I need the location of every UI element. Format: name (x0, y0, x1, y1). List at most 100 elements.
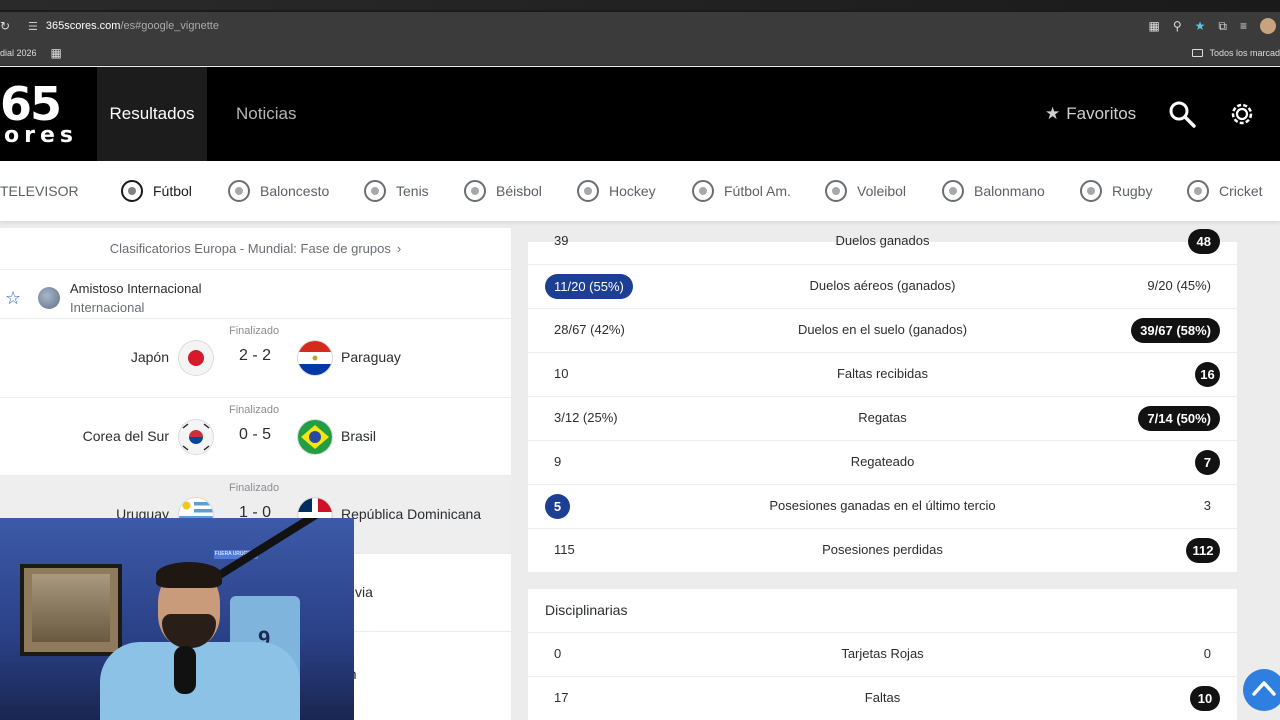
hockey-icon (577, 180, 599, 202)
site-logo[interactable]: 65 ores (0, 81, 80, 148)
away-team: República Dominicana (341, 506, 482, 522)
apps-grid-icon[interactable]: ▦ (51, 46, 62, 60)
nav-news[interactable]: Noticias (236, 67, 296, 161)
stat-away-value: 16 (1195, 362, 1220, 387)
sport-tab-football[interactable]: Fútbol (121, 161, 192, 221)
reading-list-icon[interactable]: ≡ (1240, 19, 1247, 33)
american-football-icon (692, 180, 714, 202)
extensions-icon[interactable]: ⧉ (1218, 19, 1227, 34)
sport-tab-american-football[interactable]: Fútbol Am. (692, 161, 791, 221)
match-status: Finalizado (229, 482, 280, 494)
sport-tab-tv[interactable]: TELEVISOR (0, 161, 79, 221)
match-row[interactable]: Finalizado Corea del Sur 0 - 5 Brasil (0, 397, 511, 475)
reload-icon[interactable]: ↻ (0, 19, 12, 33)
stat-row: 5 Posesiones ganadas en el último tercio… (528, 484, 1237, 528)
site-header: 65 ores Resultados Noticias ★ Favoritos (0, 67, 1280, 161)
bookmark-item[interactable]: dial 2026 (0, 48, 37, 58)
site-settings-icon[interactable]: ☰ (28, 20, 38, 33)
stat-away-value: 9/20 (45%) (1147, 278, 1211, 293)
baseball-icon (464, 180, 486, 202)
home-team: Japón (130, 349, 169, 365)
url-text[interactable]: 365scores.com/es#google_vignette (46, 20, 219, 32)
disciplinary-card: Disciplinarias 0 Tarjetas Rojas 0 17 Fal… (528, 589, 1237, 720)
stat-row: 9 Regateado 7 (528, 440, 1237, 484)
sport-tab-rugby[interactable]: Rugby (1080, 161, 1152, 221)
sport-tab-basketball[interactable]: Baloncesto (228, 161, 329, 221)
match-score: 0 - 5 (238, 426, 271, 443)
stat-row: 17 Faltas 10 (528, 676, 1237, 720)
sport-tab-handball[interactable]: Balonmano (942, 161, 1045, 221)
gear-icon[interactable] (1228, 100, 1256, 128)
star-icon: ★ (1045, 104, 1061, 123)
away-team: Brasil (341, 428, 377, 444)
away-team: Paraguay (341, 349, 401, 365)
microphone-icon (174, 646, 196, 694)
competition-country: Internacional (70, 300, 145, 315)
zoom-icon[interactable]: ⚲ (1173, 19, 1182, 33)
competition-name: Amistoso Internacional (70, 281, 202, 296)
all-bookmarks[interactable]: Todos los marcad (1192, 40, 1280, 66)
stat-row: 11/20 (55%) Duelos aéreos (ganados) 9/20… (528, 264, 1237, 308)
framed-photo (20, 564, 122, 656)
basketball-icon (228, 180, 250, 202)
stat-away-value: 7 (1195, 450, 1220, 475)
stat-away-value: 39/67 (58%) (1131, 318, 1220, 343)
south-korea-flag-icon (179, 420, 213, 454)
stat-label: Tarjetas Rojas (841, 646, 924, 661)
bookmark-star-icon[interactable]: ★ (1195, 19, 1206, 33)
sport-tab-baseball[interactable]: Béisbol (464, 161, 542, 221)
person-shirt (100, 642, 300, 720)
stat-label: Faltas recibidas (836, 366, 929, 381)
favorite-star-icon[interactable]: ☆ (5, 288, 21, 309)
match-status: Finalizado (229, 325, 280, 337)
volleyball-icon (825, 180, 847, 202)
stat-label: Faltas (864, 690, 901, 705)
section-title: Disciplinarias (545, 602, 628, 618)
address-bar[interactable]: ↻ ☰ 365scores.com/es#google_vignette ▦ ⚲… (0, 12, 1280, 40)
league-link[interactable]: Clasificatorios Europa - Mundial: Fase d… (0, 228, 511, 270)
nav-results[interactable]: Resultados (97, 67, 207, 161)
stat-label: Posesiones ganadas en el último tercio (769, 498, 996, 513)
stat-away-value: 10 (1190, 686, 1220, 711)
sport-tab-hockey[interactable]: Hockey (577, 161, 656, 221)
stat-label: Duelos aéreos (ganados) (809, 278, 956, 293)
home-team: Corea del Sur (82, 428, 169, 444)
sports-nav: TELEVISOR Fútbol Baloncesto Tenis Béisbo… (0, 161, 1280, 221)
rugby-icon (1080, 180, 1102, 202)
favorites-button[interactable]: ★ Favoritos (1045, 67, 1136, 161)
stat-row: 115 Posesiones perdidas 112 (528, 528, 1237, 572)
stat-row: 0 Tarjetas Rojas 0 (528, 632, 1237, 676)
brazil-flag-icon (298, 420, 332, 454)
profile-avatar[interactable] (1260, 18, 1276, 34)
search-icon[interactable] (1168, 100, 1196, 128)
tennis-icon (364, 180, 386, 202)
stat-away-value: 3 (1203, 498, 1211, 513)
stat-label: Regateado (850, 454, 915, 469)
person-hair (156, 562, 222, 588)
globe-icon (38, 287, 60, 309)
japan-flag-icon (179, 341, 213, 375)
stat-away-value: 48 (1187, 229, 1220, 254)
stat-row: 39 Duelos ganados 48 (528, 220, 1237, 264)
stat-row: 28/67 (42%) Duelos en el suelo (ganados)… (528, 308, 1237, 352)
bookmarks-bar: dial 2026 ▦ Todos los marcad (0, 40, 1280, 66)
webcam-overlay: FUERA URUGUAY 9 (0, 518, 354, 720)
stat-label: Duelos ganados (835, 233, 930, 248)
sport-tab-cricket[interactable]: Cricket (1187, 161, 1263, 221)
paraguay-flag-icon (298, 341, 332, 375)
folder-icon (1192, 49, 1204, 57)
stat-row: 10 Faltas recibidas 16 (528, 352, 1237, 396)
sport-tab-volleyball[interactable]: Voleibol (825, 161, 906, 221)
stat-away-value: 112 (1186, 538, 1220, 563)
stat-away-value: 7/14 (50%) (1138, 406, 1220, 431)
translate-icon[interactable]: ▦ (1149, 19, 1160, 33)
scroll-to-top-button[interactable] (1243, 669, 1280, 711)
sport-tab-tennis[interactable]: Tenis (364, 161, 429, 221)
stats-card: 39 Duelos ganados 48 11/20 (55%) Duelos … (528, 229, 1237, 572)
match-row[interactable]: Finalizado Japón 2 - 2 Paraguay (0, 318, 511, 396)
competition-header[interactable]: ☆ Amistoso Internacional Internacional (0, 278, 511, 318)
handball-icon (942, 180, 964, 202)
chevron-right-icon: › (396, 241, 402, 256)
chevron-up-icon (1252, 681, 1276, 696)
stat-label: Posesiones perdidas (822, 542, 943, 557)
